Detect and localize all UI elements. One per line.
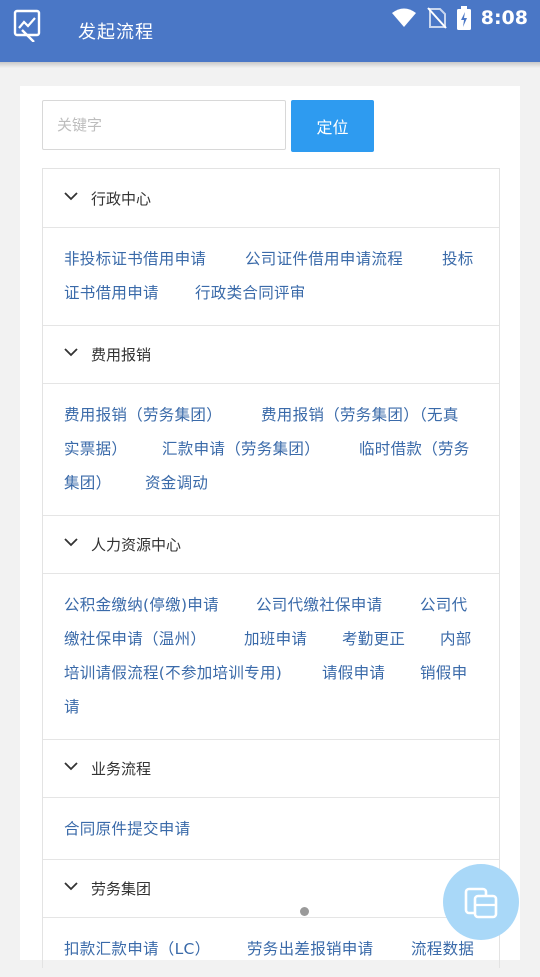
section-title: 费用报销: [91, 345, 152, 364]
process-link[interactable]: 销假申: [420, 661, 467, 683]
process-link[interactable]: 扣款汇款申请（LC）: [64, 937, 210, 959]
process-link[interactable]: 资金调动: [145, 471, 208, 493]
status-bar: 8:08: [391, 6, 528, 30]
section-header-labor[interactable]: 劳务集团: [43, 859, 499, 918]
process-link[interactable]: 投标: [442, 247, 474, 269]
section-body-business: 合同原件提交申请: [43, 797, 499, 860]
appbar-shadow: [0, 62, 540, 68]
content-card: 定位 行政中心 非投标证书借用申请 公司证件借用申请流程 投标 证书借用申请 行…: [20, 86, 520, 968]
process-link[interactable]: 加班申请: [244, 627, 307, 649]
section-header-hr[interactable]: 人力资源中心: [43, 515, 499, 574]
process-link[interactable]: 培训请假流程(不参加培训专用): [64, 661, 282, 683]
process-link[interactable]: 合同原件提交申请: [64, 817, 190, 839]
app-bar: 发起流程 8:08: [0, 0, 540, 62]
section-title: 劳务集团: [91, 879, 152, 898]
chevron-down-icon: [64, 882, 78, 891]
process-link[interactable]: 缴社保申请（温州）: [64, 627, 206, 649]
section-header-admin[interactable]: 行政中心: [43, 169, 499, 228]
keyword-search-input[interactable]: [42, 100, 286, 150]
chevron-down-icon: [64, 762, 78, 771]
process-link[interactable]: 临时借款（劳务: [359, 437, 470, 459]
process-link[interactable]: 实票据）: [64, 437, 127, 459]
section-header-expense[interactable]: 费用报销: [43, 325, 499, 384]
process-link[interactable]: 流程数据: [411, 937, 474, 959]
no-sim-icon: [426, 7, 447, 29]
wifi-icon: [391, 8, 416, 27]
section-title: 人力资源中心: [91, 535, 182, 554]
process-link[interactable]: 费用报销（劳务集团）: [64, 403, 222, 425]
floating-action-button[interactable]: [443, 864, 519, 940]
locate-button[interactable]: 定位: [291, 100, 374, 152]
process-link[interactable]: 公司代: [420, 593, 467, 615]
process-link[interactable]: 行政类合同评审: [195, 281, 306, 303]
battery-icon: [456, 6, 471, 30]
process-link[interactable]: 费用报销（劳务集团）（无真: [261, 403, 459, 425]
process-link[interactable]: 集团）: [64, 471, 111, 493]
process-link[interactable]: 公司证件借用申请流程: [245, 247, 403, 269]
section-body-labor: 扣款汇款申请（LC） 劳务出差报销申请 流程数据: [43, 917, 499, 977]
clock: 8:08: [480, 7, 528, 29]
section-body-admin: 非投标证书借用申请 公司证件借用申请流程 投标 证书借用申请 行政类合同评审: [43, 227, 499, 326]
chevron-down-icon: [64, 192, 78, 201]
section-header-business[interactable]: 业务流程: [43, 739, 499, 798]
process-link[interactable]: 劳务出差报销申请: [247, 937, 373, 959]
page-title: 发起流程: [78, 22, 154, 43]
section-title: 业务流程: [91, 759, 152, 778]
scroll-indicator: [300, 907, 309, 916]
section-title: 行政中心: [91, 189, 152, 208]
process-link[interactable]: 非投标证书借用申请: [64, 247, 206, 269]
process-link[interactable]: 考勤更正: [342, 627, 405, 649]
process-link[interactable]: 请假申请: [322, 661, 385, 683]
section-body-expense: 费用报销（劳务集团） 费用报销（劳务集团）（无真 实票据） 汇款申请（劳务集团）…: [43, 383, 499, 516]
chevron-down-icon: [64, 348, 78, 357]
process-link[interactable]: 公司代缴社保申请: [256, 593, 382, 615]
process-link[interactable]: 内部: [440, 627, 472, 649]
process-link[interactable]: 证书借用申请: [64, 281, 159, 303]
chevron-down-icon: [64, 538, 78, 547]
back-icon[interactable]: [10, 8, 44, 42]
process-link[interactable]: 公积金缴纳(停缴)申请: [64, 593, 219, 615]
section-body-hr: 公积金缴纳(停缴)申请 公司代缴社保申请 公司代 缴社保申请（温州） 加班申请 …: [43, 573, 499, 740]
process-list: 行政中心 非投标证书借用申请 公司证件借用申请流程 投标 证书借用申请 行政类合…: [42, 168, 500, 968]
process-link[interactable]: 汇款申请（劳务集团）: [162, 437, 320, 459]
process-link[interactable]: 请: [64, 695, 80, 717]
copy-icon: [464, 887, 498, 919]
